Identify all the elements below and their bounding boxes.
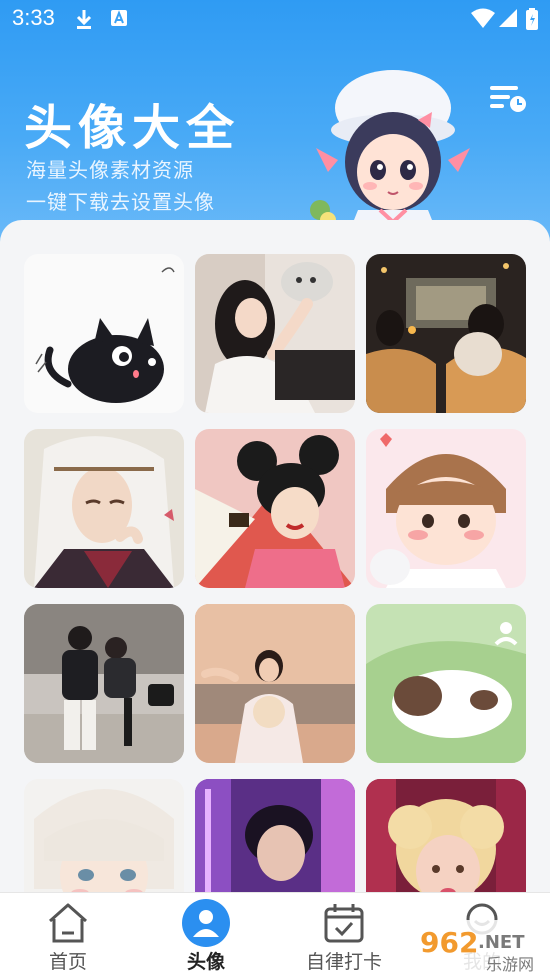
hero-subtitle-1: 海量头像素材资源	[26, 158, 194, 182]
hero-title: 头像大全	[24, 100, 241, 156]
hero-subtitle-2: 一键下载去设置头像	[26, 190, 215, 214]
avatar-tile-girl-with-cat[interactable]	[195, 254, 355, 413]
nav-checkin-label: 自律打卡	[305, 951, 382, 973]
avatar-panel	[0, 220, 550, 892]
avatar-tile-couple-stairs[interactable]	[24, 604, 184, 763]
home-icon	[49, 903, 87, 943]
status-bar: 3:33	[0, 0, 550, 38]
watermark-logo: 962 .NET 乐游网	[416, 920, 546, 976]
avatar-icon	[182, 899, 230, 947]
hero-banner: 3:33 头像大全 海量头像素材资源 一键下载去设置头像	[0, 0, 550, 250]
avatar-grid	[24, 254, 526, 892]
status-time: 3:33	[12, 5, 55, 30]
menu-history-icon[interactable]	[488, 82, 528, 114]
calendar-check-icon	[324, 904, 364, 943]
keyboard-a-icon	[111, 10, 127, 26]
nav-home-label: 首页	[48, 951, 87, 973]
wifi-icon	[471, 8, 495, 28]
avatar-tile-girl-sunset[interactable]	[195, 604, 355, 763]
avatar-tile-boy-neon[interactable]	[195, 779, 355, 892]
watermark-site: 乐游网	[486, 955, 534, 974]
avatar-tile-black-cat[interactable]	[24, 254, 184, 413]
signal-icon	[499, 9, 517, 27]
nav-avatar-label: 头像	[186, 951, 225, 973]
avatar-tile-cartoon-boy[interactable]	[366, 429, 526, 588]
nav-home[interactable]: 首页	[18, 893, 118, 979]
avatar-tile-curly-girl[interactable]	[366, 779, 526, 892]
watermark-domain: .NET	[478, 932, 525, 953]
mascot-girl-illustration	[310, 70, 470, 230]
watermark-number: 962	[420, 926, 478, 959]
nav-avatar[interactable]: 头像	[156, 893, 256, 979]
avatar-tile-anime-white-hair-boy[interactable]	[24, 779, 184, 892]
avatar-tile-cartoon-dog[interactable]	[366, 604, 526, 763]
nav-checkin[interactable]: 自律打卡	[294, 893, 394, 979]
battery-icon	[526, 8, 538, 30]
avatar-tile-outdoor-cinema[interactable]	[366, 254, 526, 413]
avatar-tile-cartoon-princess[interactable]	[195, 429, 355, 588]
avatar-tile-anime-white-hair-man[interactable]	[24, 429, 184, 588]
download-icon	[76, 10, 92, 29]
